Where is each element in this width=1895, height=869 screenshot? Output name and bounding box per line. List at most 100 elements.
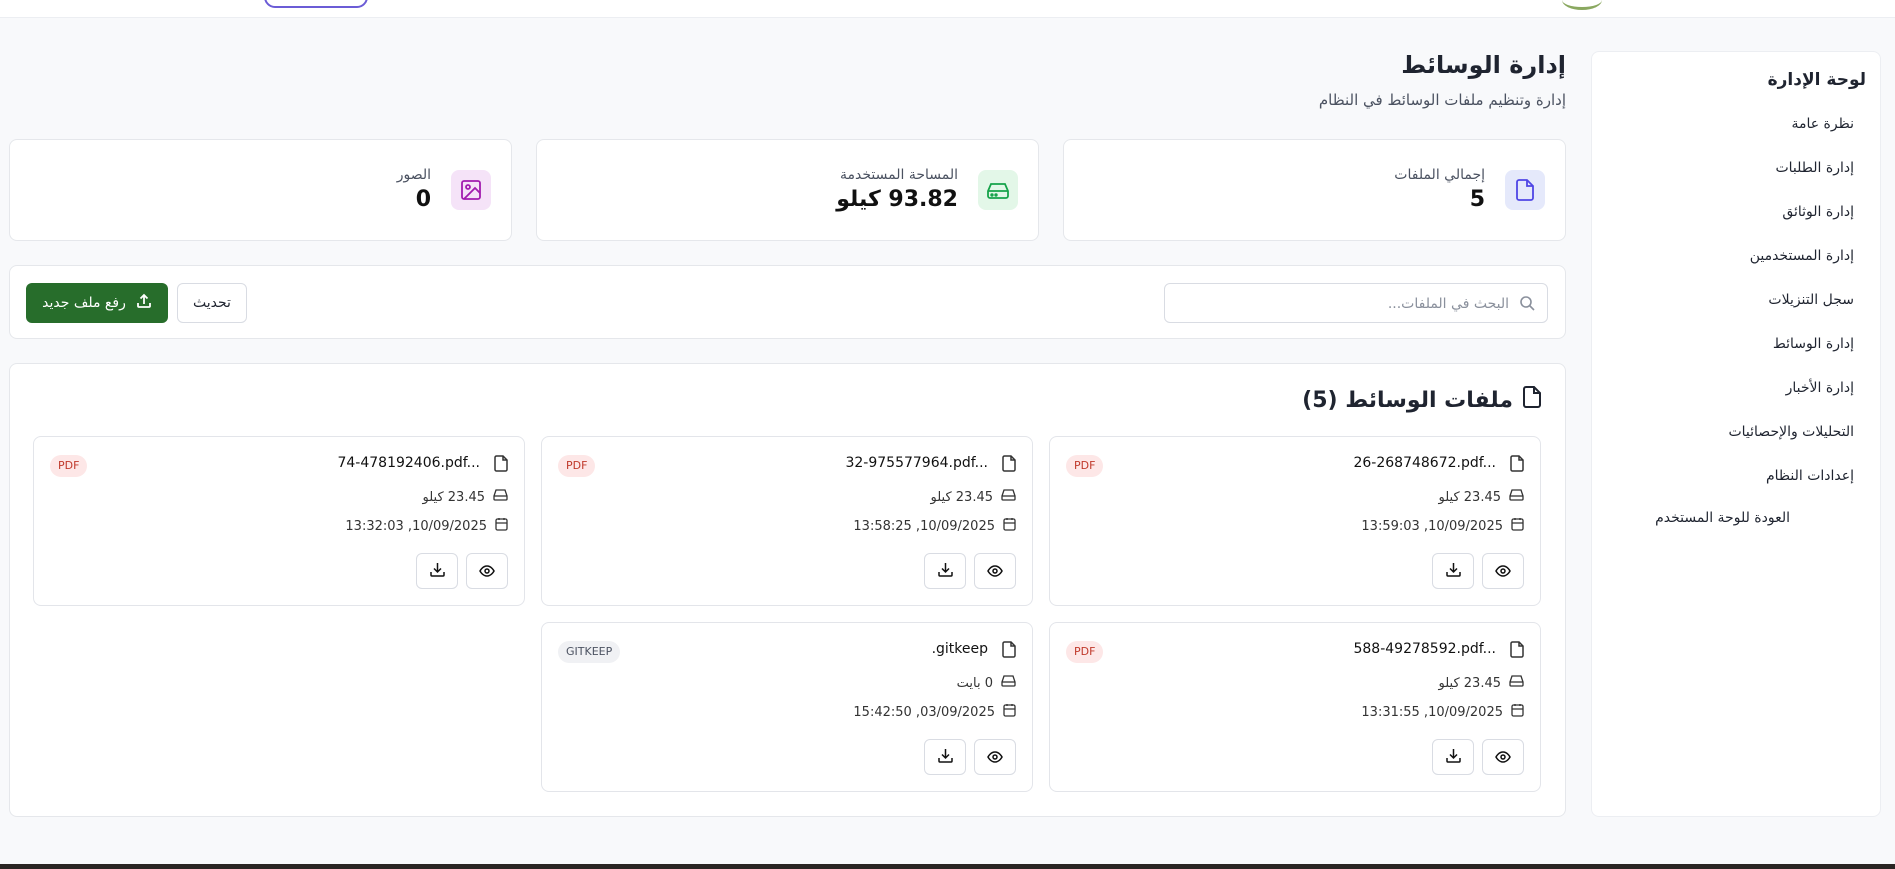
- hard-drive-icon: [1001, 675, 1016, 691]
- sidebar-item-downloads-log[interactable]: سجل التنزيلات: [1606, 288, 1866, 332]
- upload-icon: [136, 293, 152, 313]
- stat-card-total-files: إجمالي الملفات 5: [1063, 139, 1566, 241]
- site-logo: [1562, 0, 1602, 10]
- calendar-icon: [1511, 517, 1524, 535]
- file-size: 23.45 كيلو: [1439, 675, 1524, 691]
- download-icon: [1445, 748, 1461, 767]
- upload-new-file-button[interactable]: رفع ملف جديد: [26, 283, 168, 323]
- toolbar: تحديث رفع ملف جديد: [9, 265, 1566, 339]
- admin-sidebar: لوحة الإدارة نظرة عامة إدارة الطلبات إدا…: [1591, 51, 1881, 817]
- file-size-text: 23.45 كيلو: [422, 489, 485, 505]
- calendar-icon: [1003, 703, 1016, 721]
- file-name: 588-49278592.pdf...: [1353, 641, 1496, 657]
- download-icon: [429, 562, 445, 581]
- main-content: إدارة الوسائط إدارة وتنظيم ملفات الوسائط…: [9, 51, 1566, 817]
- stat-label: المساحة المستخدمة: [840, 167, 958, 183]
- stat-value: 5: [1469, 187, 1485, 212]
- file-icon: [1523, 386, 1541, 414]
- download-file-button[interactable]: [1432, 553, 1474, 589]
- page-title: إدارة الوسائط: [1401, 51, 1566, 79]
- top-nav-button[interactable]: [264, 0, 368, 8]
- sidebar-title: لوحة الإدارة: [1767, 70, 1866, 90]
- file-icon: [1002, 455, 1016, 476]
- sidebar-item-documents[interactable]: إدارة الوثائق: [1606, 200, 1866, 244]
- sidebar-item-overview[interactable]: نظرة عامة: [1606, 112, 1866, 156]
- file-date: 10/09/2025, 13:31:55: [1361, 703, 1524, 721]
- bottom-bar: [0, 864, 1895, 869]
- view-file-button[interactable]: [466, 553, 508, 589]
- upload-button-label: رفع ملف جديد: [42, 295, 126, 311]
- file-name: 74-478192406.pdf...: [337, 455, 480, 471]
- file-type-badge: PDF: [558, 455, 596, 477]
- file-name: .gitkeep: [931, 641, 988, 657]
- download-file-button[interactable]: [924, 553, 966, 589]
- page-subtitle: إدارة وتنظيم ملفات الوسائط في النظام: [1318, 91, 1566, 109]
- file-size: 23.45 كيلو: [1439, 489, 1524, 505]
- download-icon: [1445, 562, 1461, 581]
- sidebar-item-orders[interactable]: إدارة الطلبات: [1606, 156, 1866, 200]
- file-card: 74-478192406.pdf... PDF 23.45 كيلو 10/09…: [33, 436, 525, 606]
- file-card: 32-975577964.pdf... PDF 23.45 كيلو 10/09…: [541, 436, 1033, 606]
- sidebar-item-users[interactable]: إدارة المستخدمين: [1606, 244, 1866, 288]
- download-icon: [937, 562, 953, 581]
- download-file-button[interactable]: [1432, 739, 1474, 775]
- stat-label: إجمالي الملفات: [1394, 167, 1485, 183]
- sidebar-item-analytics[interactable]: التحليلات والإحصائيات: [1606, 420, 1866, 464]
- file-date-text: 10/09/2025, 13:32:03: [345, 518, 487, 534]
- sidebar-item-settings[interactable]: إعدادات النظام: [1606, 464, 1866, 508]
- sidebar-item-news[interactable]: إدارة الأخبار: [1606, 376, 1866, 420]
- eye-icon: [987, 562, 1003, 581]
- download-file-button[interactable]: [416, 553, 458, 589]
- file-size: 23.45 كيلو: [931, 489, 1016, 505]
- sidebar-item-media[interactable]: إدارة الوسائط: [1606, 332, 1866, 376]
- stats-row: إجمالي الملفات 5 المساحة المستخدمة 93.82…: [9, 139, 1566, 241]
- file-size: 23.45 كيلو: [423, 489, 508, 505]
- file-type-badge: PDF: [50, 455, 88, 477]
- file-date-text: 10/09/2025, 13:58:25: [853, 518, 995, 534]
- file-card: 26-268748672.pdf... PDF 23.45 كيلو 10/09…: [1049, 436, 1541, 606]
- file-card: 588-49278592.pdf... PDF 23.45 كيلو 10/09…: [1049, 622, 1541, 792]
- file-date-text: 03/09/2025, 15:42:50: [853, 704, 995, 720]
- top-bar: [0, 0, 1895, 18]
- eye-icon: [987, 748, 1003, 767]
- calendar-icon: [495, 517, 508, 535]
- view-file-button[interactable]: [974, 553, 1016, 589]
- stat-card-images: الصور 0: [9, 139, 512, 241]
- back-to-user-dashboard-link[interactable]: العودة للوحة المستخدم: [1606, 510, 1866, 526]
- file-date-text: 10/09/2025, 13:31:55: [1361, 704, 1503, 720]
- hard-drive-icon: [1509, 489, 1524, 505]
- eye-icon: [479, 562, 495, 581]
- view-file-button[interactable]: [1482, 739, 1524, 775]
- image-icon: [451, 170, 491, 210]
- stat-value: 93.82 كيلو: [836, 187, 958, 212]
- search-box: [1164, 283, 1548, 323]
- download-icon: [937, 748, 953, 767]
- file-icon: [1505, 170, 1545, 210]
- file-icon: [494, 455, 508, 476]
- file-size: 0 بايت: [957, 675, 1016, 691]
- eye-icon: [1495, 562, 1511, 581]
- view-file-button[interactable]: [974, 739, 1016, 775]
- file-type-badge: PDF: [1066, 455, 1104, 477]
- file-date: 10/09/2025, 13:32:03: [345, 517, 508, 535]
- file-date-text: 10/09/2025, 13:59:03: [1361, 518, 1503, 534]
- file-icon: [1510, 641, 1524, 662]
- file-type-badge: GITKEEP: [558, 641, 621, 663]
- file-date: 03/09/2025, 15:42:50: [853, 703, 1016, 721]
- file-size-text: 23.45 كيلو: [930, 489, 993, 505]
- stat-value: 0: [415, 187, 431, 212]
- refresh-button[interactable]: تحديث: [177, 283, 247, 323]
- file-size-text: 0 بايت: [956, 675, 993, 691]
- hard-drive-icon: [1509, 675, 1524, 691]
- hard-drive-icon: [978, 170, 1018, 210]
- view-file-button[interactable]: [1482, 553, 1524, 589]
- download-file-button[interactable]: [924, 739, 966, 775]
- stat-card-used-space: المساحة المستخدمة 93.82 كيلو: [536, 139, 1039, 241]
- search-input[interactable]: [1189, 293, 1509, 315]
- hard-drive-icon: [1001, 489, 1016, 505]
- file-card: .gitkeep GITKEEP 0 بايت 03/09/2025, 15:4…: [541, 622, 1033, 792]
- hard-drive-icon: [493, 489, 508, 505]
- stat-label: الصور: [396, 167, 431, 183]
- file-name: 26-268748672.pdf...: [1353, 455, 1496, 471]
- file-date: 10/09/2025, 13:58:25: [853, 517, 1016, 535]
